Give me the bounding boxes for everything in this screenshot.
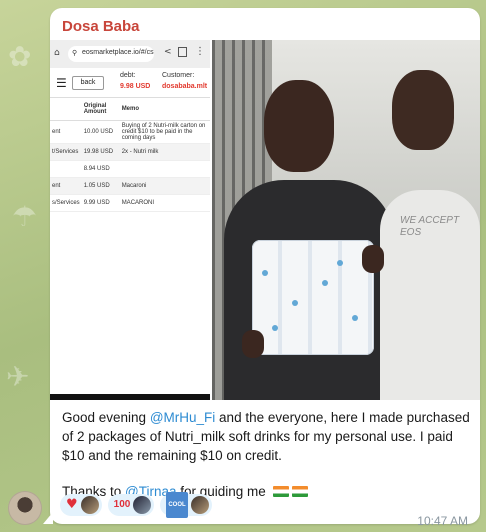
table-cell: Macaroni xyxy=(119,177,210,195)
flag-icon xyxy=(291,486,308,497)
more-icon: ⋮ xyxy=(195,46,205,57)
flag-icon xyxy=(272,486,289,497)
tabs-icon xyxy=(178,47,187,57)
table-row: ent 10.00 USD Buying of 2 Nutri-milk car… xyxy=(50,120,210,144)
table-cell: 10.00 USD xyxy=(81,120,120,144)
address-text: eosmarketplace.io/#/cs xyxy=(82,49,154,56)
table-cell xyxy=(50,160,82,178)
table-cell: 9.99 USD xyxy=(81,194,120,212)
doodle-icon: ☂ xyxy=(12,200,38,233)
table-cell: ent xyxy=(50,177,82,195)
address-bar: ⚲ eosmarketplace.io/#/cs xyxy=(68,46,154,62)
table-row: s/Services 9.99 USD MACARONI xyxy=(50,194,210,212)
table-cell: 1.05 USD xyxy=(81,177,120,195)
doodle-icon: ✿ xyxy=(8,40,32,73)
avatar xyxy=(80,496,99,514)
table-cell: MACARONI xyxy=(119,194,210,212)
column-header xyxy=(50,98,82,121)
table-cell: ent xyxy=(50,120,82,144)
sender-name[interactable]: Dosa Baba xyxy=(62,18,140,35)
message-bubble[interactable]: Dosa Baba ⌂ ⚲ eosmarketplace.io/#/cs < ⋮… xyxy=(50,8,480,528)
table-row: 8.94 USD xyxy=(50,160,210,178)
table-cell: s/Services xyxy=(50,194,82,212)
cool-icon: COOL xyxy=(166,492,188,518)
transactions-table: Original Amount Memo ent 10.00 USD Buyin… xyxy=(50,98,210,212)
table-cell: 8.94 USD xyxy=(81,160,120,178)
milk-package xyxy=(252,240,374,355)
sender-avatar[interactable] xyxy=(8,491,42,525)
avatar xyxy=(190,496,209,514)
message-time: 10:47 AM xyxy=(417,514,468,528)
caption-text: Good evening xyxy=(62,410,150,425)
table-row: ent 1.05 USD Macaroni xyxy=(50,177,210,195)
phone-nav-bar xyxy=(50,394,210,400)
reaction-hundred[interactable]: 100 xyxy=(107,494,155,516)
heart-icon: ♥ xyxy=(66,497,78,512)
screenshot-image[interactable]: ⌂ ⚲ eosmarketplace.io/#/cs < ⋮ ☰ back de… xyxy=(50,40,210,400)
media-album[interactable]: ⌂ ⚲ eosmarketplace.io/#/cs < ⋮ ☰ back de… xyxy=(50,40,480,400)
table-cell: 19.98 USD xyxy=(81,143,120,161)
customer-value: dosababa.mlt xyxy=(162,83,208,90)
person-left-head xyxy=(264,80,334,172)
table-cell: 2x - Nutri milk xyxy=(119,143,210,161)
photo-image[interactable]: WE ACCEPT EOS xyxy=(212,40,480,400)
customer-label: Customer: xyxy=(162,72,195,79)
column-header: Original Amount xyxy=(81,98,120,121)
table-row: t/Services 19.98 USD 2x - Nutri milk xyxy=(50,143,210,161)
person-right-head xyxy=(392,70,454,150)
column-header: Memo xyxy=(119,98,210,121)
avatar xyxy=(133,496,152,514)
mention-link[interactable]: @MrHu_Fi xyxy=(150,410,215,425)
debt-label: debt: xyxy=(120,72,136,79)
lock-icon: ⚲ xyxy=(72,50,78,57)
table-cell xyxy=(119,160,210,178)
shirt-print: WE ACCEPT EOS xyxy=(400,215,460,238)
marketplace-header: ☰ back debt: 9.98 USD Customer: dosababa… xyxy=(50,68,210,98)
reaction-cool[interactable]: COOL xyxy=(160,492,212,518)
menu-icon: ☰ xyxy=(56,76,67,90)
hundred-icon: 100 xyxy=(113,499,131,510)
share-icon: < xyxy=(164,47,172,57)
hand xyxy=(362,245,384,273)
doodle-icon: ✈ xyxy=(6,360,30,393)
reactions-bar: ♥ 100 COOL xyxy=(60,492,212,518)
browser-bar: ⌂ ⚲ eosmarketplace.io/#/cs < ⋮ xyxy=(50,40,210,68)
message-caption: Good evening @MrHu_Fi and the everyone, … xyxy=(62,408,472,501)
table-cell: t/Services xyxy=(50,143,82,161)
hand xyxy=(242,330,264,358)
back-button: back xyxy=(72,76,104,90)
home-icon: ⌂ xyxy=(54,48,60,58)
bubble-tail xyxy=(43,512,53,524)
debt-value: 9.98 USD xyxy=(120,83,151,90)
table-cell: Buying of 2 Nutri-milk carton on credit … xyxy=(119,120,210,144)
reaction-heart[interactable]: ♥ xyxy=(60,494,102,516)
